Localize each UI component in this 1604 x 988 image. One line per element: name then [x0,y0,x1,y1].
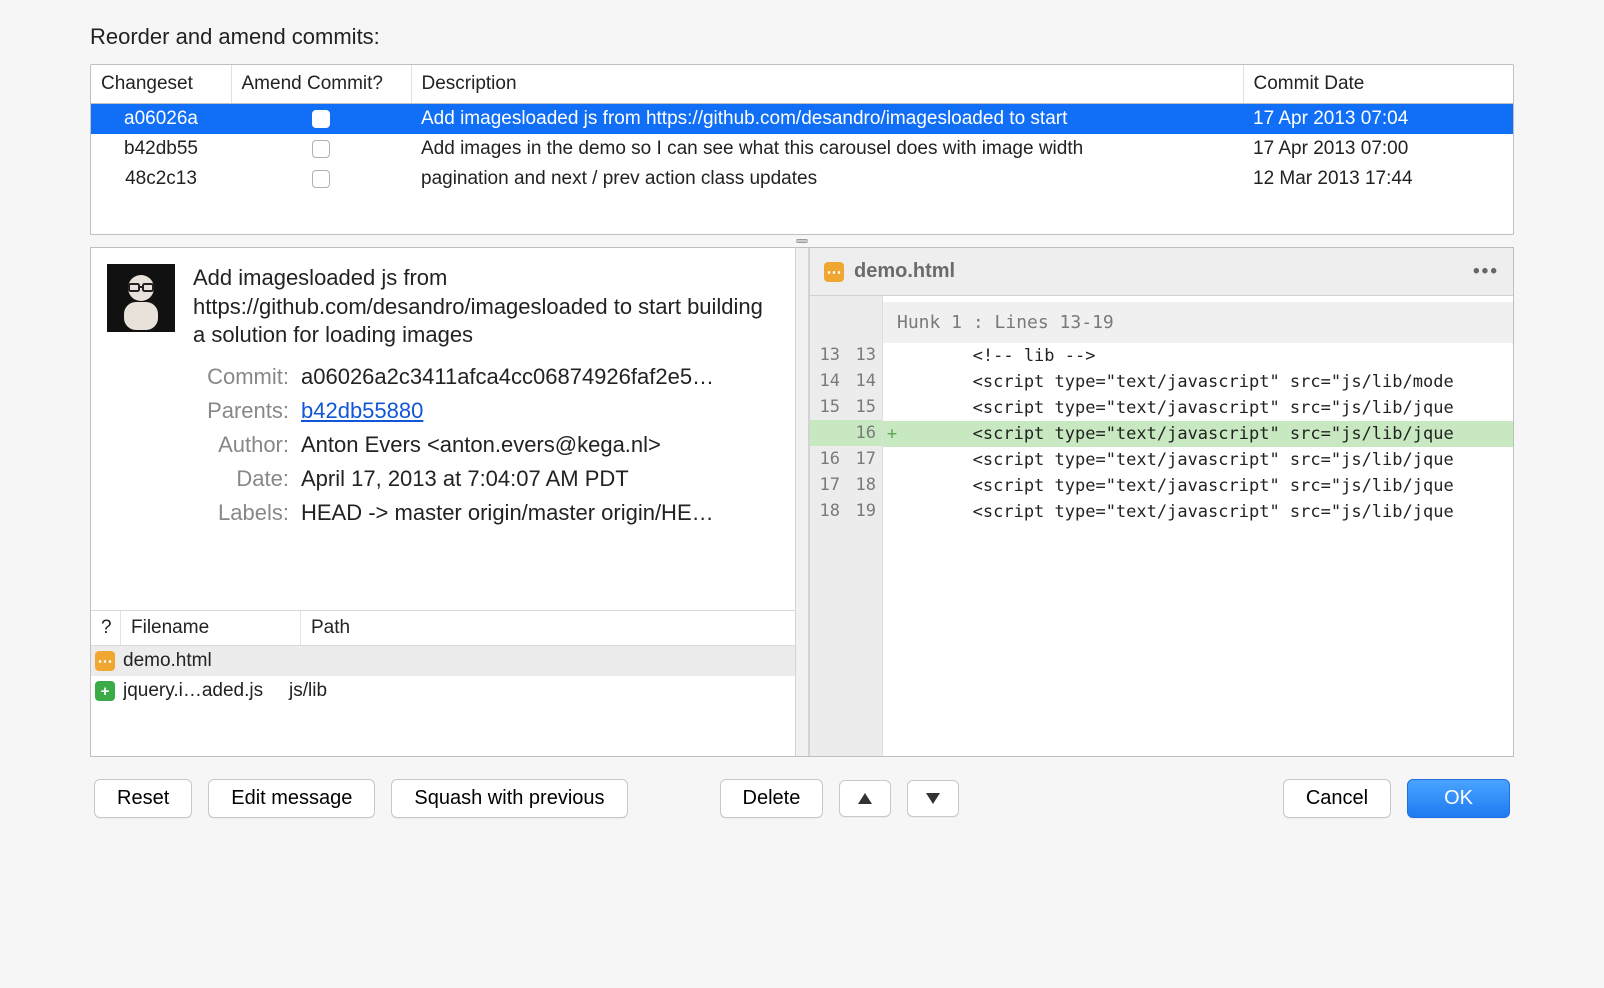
labels-value: HEAD -> master origin/master origin/HE… [301,500,775,526]
labels-label: Labels: [191,500,289,526]
horizontal-splitter[interactable] [90,235,1514,247]
commit-hash: a06026a2c3411afca4cc06874926faf2e5… [301,364,775,390]
commit-hash-cell: 48c2c13 [91,164,231,194]
commit-date-cell: 17 Apr 2013 07:04 [1243,104,1513,135]
file-status-badge: + [95,681,115,701]
amend-checkbox[interactable] [312,170,330,188]
diff-line: <script type="text/javascript" src="js/l… [883,473,1513,499]
amend-checkbox[interactable] [312,110,330,128]
reorder-commits-dialog: Reorder and amend commits: Changeset Ame… [60,0,1544,842]
author-avatar [107,264,175,332]
col-status[interactable]: ? [91,611,121,645]
col-commit-date[interactable]: Commit Date [1243,65,1513,104]
diff-pane: ⋯ demo.html ••• 131314141515161617171818… [809,248,1513,756]
commit-hash-label: Commit: [191,364,289,390]
file-name: jquery.i…aded.js [123,680,281,702]
commit-desc-cell: Add imagesloaded js from https://github.… [411,104,1243,135]
amend-cell [231,164,411,194]
commits-table-container: Changeset Amend Commit? Description Comm… [90,64,1514,235]
amend-cell [231,104,411,135]
parents-label: Parents: [191,398,289,424]
parent-link[interactable]: b42db55880 [301,398,423,423]
col-path[interactable]: Path [301,611,795,645]
triangle-up-icon [858,793,872,804]
reset-button[interactable]: Reset [94,779,192,818]
file-status-badge: ⋯ [95,651,115,671]
commit-hash-cell: b42db55 [91,134,231,164]
commit-desc-cell: pagination and next / prev action class … [411,164,1243,194]
vertical-splitter[interactable] [795,248,809,756]
diff-code: Hunk 1 : Lines 13-19 <!-- lib --> <scrip… [883,296,1513,756]
commit-row[interactable]: 48c2c13 pagination and next / prev action… [91,164,1513,194]
author-value: Anton Evers <anton.evers@kega.nl> [301,432,775,458]
commit-metadata: Commit: a06026a2c3411afca4cc06874926faf2e… [91,350,795,534]
diff-file-name: demo.html [854,260,955,283]
col-changeset[interactable]: Changeset [91,65,231,104]
col-filename[interactable]: Filename [121,611,301,645]
diff-line: <!-- lib --> [883,343,1513,369]
file-status-icon: ⋯ [824,262,844,282]
move-up-button[interactable] [839,780,891,817]
diff-line: <script type="text/javascript" src="js/l… [883,499,1513,525]
author-label: Author: [191,432,289,458]
ok-button[interactable]: OK [1407,779,1510,818]
date-label: Date: [191,466,289,492]
detail-panels: Add imagesloaded js from https://github.… [90,247,1514,757]
edit-message-button[interactable]: Edit message [208,779,375,818]
amend-checkbox[interactable] [312,140,330,158]
col-description[interactable]: Description [411,65,1243,104]
diff-line: <script type="text/javascript" src="js/l… [883,447,1513,473]
squash-button[interactable]: Squash with previous [391,779,627,818]
amend-cell [231,134,411,164]
diff-line: + <script type="text/javascript" src="js… [883,421,1513,447]
commit-row[interactable]: b42db55 Add images in the demo so I can s… [91,134,1513,164]
commit-message: Add imagesloaded js from https://github.… [193,264,775,350]
diff-line: <script type="text/javascript" src="js/l… [883,395,1513,421]
file-row[interactable]: ⋯ demo.html [91,646,795,676]
commit-desc-cell: Add images in the demo so I can see what… [411,134,1243,164]
cancel-button[interactable]: Cancel [1283,779,1391,818]
move-down-button[interactable] [907,780,959,817]
commits-table: Changeset Amend Commit? Description Comm… [91,65,1513,194]
delete-button[interactable]: Delete [720,779,824,818]
triangle-down-icon [926,793,940,804]
col-amend[interactable]: Amend Commit? [231,65,411,104]
file-path: js/lib [289,680,785,702]
changed-files-table: ? Filename Path ⋯ demo.html + jquery.i…aded… [91,610,795,756]
commit-date-cell: 17 Apr 2013 07:00 [1243,134,1513,164]
diff-more-icon[interactable]: ••• [1473,261,1499,283]
dialog-button-row: Reset Edit message Squash with previous … [90,757,1514,818]
file-row[interactable]: + jquery.i…aded.js js/lib [91,676,795,706]
commit-row[interactable]: a06026a Add imagesloaded js from https://… [91,104,1513,135]
diff-gutter: 13131414151516161717181819 [810,296,883,756]
date-value: April 17, 2013 at 7:04:07 AM PDT [301,466,775,492]
dialog-title: Reorder and amend commits: [90,24,1514,50]
commit-hash-cell: a06026a [91,104,231,135]
commit-date-cell: 12 Mar 2013 17:44 [1243,164,1513,194]
diff-line: <script type="text/javascript" src="js/l… [883,369,1513,395]
hunk-header: Hunk 1 : Lines 13-19 [883,302,1513,343]
commit-detail-pane: Add imagesloaded js from https://github.… [91,248,795,756]
file-name: demo.html [123,650,281,672]
